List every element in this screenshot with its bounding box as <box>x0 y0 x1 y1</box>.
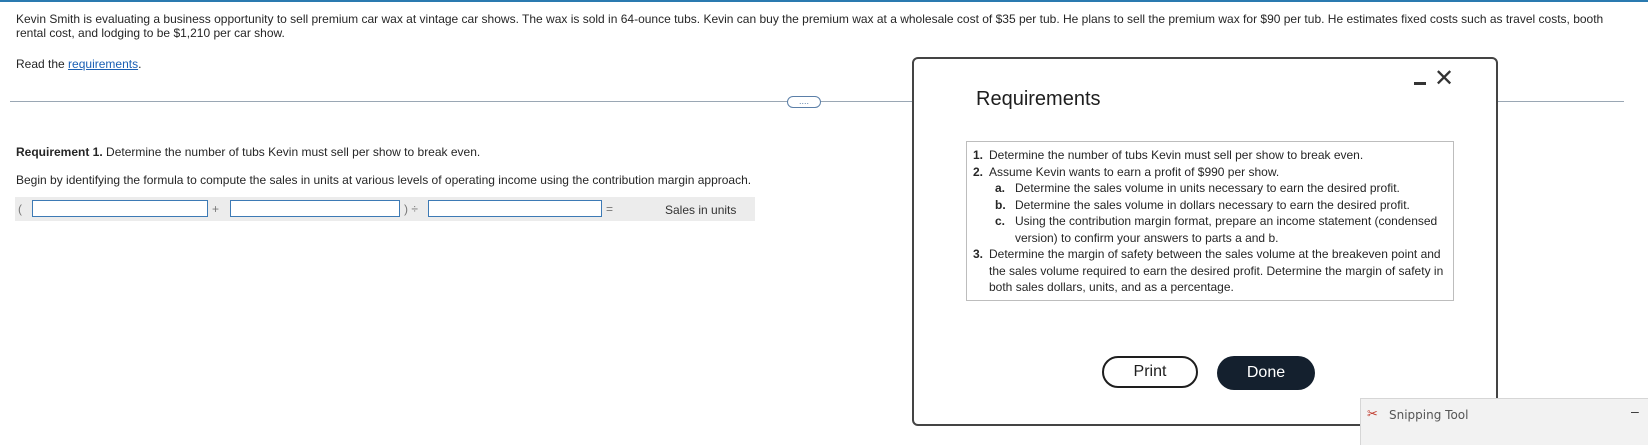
minimize-icon[interactable] <box>1412 74 1428 90</box>
open-paren: ( <box>18 202 22 216</box>
formula-instruction: Begin by identifying the formula to comp… <box>16 173 752 187</box>
formula-field-3[interactable] <box>428 200 602 217</box>
requirements-dialog: Requirements ✕ 1. Determine the number of… <box>912 57 1498 426</box>
read-requirements-line: Read the requirements. <box>16 57 141 71</box>
requirement-subitem: b. Determine the sales volume in dollars … <box>973 197 1447 214</box>
requirement-item: 1. Determine the number of tubs Kevin mus… <box>973 147 1447 164</box>
minimize-dash-icon[interactable]: – <box>1631 403 1639 419</box>
formula-field-1[interactable] <box>32 200 208 217</box>
requirement-1-heading: Requirement 1. Determine the number of t… <box>16 145 480 159</box>
subitem-letter: b. <box>995 197 1006 212</box>
snipping-tool-bar[interactable]: ✂ Snipping Tool – <box>1360 398 1648 445</box>
requirement-subitem: a. Determine the sales volume in units ne… <box>973 180 1447 197</box>
subitem-letter: c. <box>995 214 1006 228</box>
requirement-number: 1. <box>973 148 984 162</box>
requirement-1-text: Determine the number of tubs Kevin must … <box>102 145 481 159</box>
problem-statement: Kevin Smith is evaluating a business opp… <box>16 12 1604 40</box>
formula-field-2[interactable] <box>230 200 400 217</box>
plus-sign: + <box>212 202 220 216</box>
expand-more-button[interactable]: .... <box>787 96 821 108</box>
read-suffix: . <box>138 57 142 71</box>
subitem-text: Determine the sales volume in dollars ne… <box>1015 197 1410 212</box>
subitem-text: Using the contribution margin format, pr… <box>1015 214 1438 245</box>
top-accent-rule <box>0 0 1648 2</box>
subitem-text: Determine the sales volume in units nece… <box>1015 181 1400 195</box>
scissors-icon: ✂ <box>1367 406 1378 421</box>
requirements-list: 1. Determine the number of tubs Kevin mus… <box>966 141 1454 301</box>
requirement-number: 2. <box>973 164 984 179</box>
requirement-item: 3. Determine the margin of safety between… <box>973 246 1447 296</box>
sales-in-units-label: Sales in units <box>665 203 737 217</box>
close-paren-divide: ) ÷ <box>404 202 418 216</box>
section-divider-right <box>1498 101 1624 102</box>
done-button[interactable]: Done <box>1217 356 1315 390</box>
subitem-letter: a. <box>995 181 1006 195</box>
section-divider <box>10 101 912 102</box>
formula-row: ( + ) ÷ = Sales in units <box>15 197 755 221</box>
dialog-title: Requirements <box>976 88 1101 110</box>
print-button[interactable]: Print <box>1102 356 1198 388</box>
equals-sign: = <box>606 202 614 216</box>
requirement-text: Assume Kevin wants to earn a profit of $… <box>989 164 1280 179</box>
requirement-number: 3. <box>973 247 984 261</box>
requirements-link[interactable]: requirements <box>68 57 138 71</box>
requirement-1-label: Requirement 1. <box>16 145 103 159</box>
requirement-text: Determine the margin of safety between t… <box>989 247 1444 294</box>
snipping-tool-label: Snipping Tool <box>1389 408 1469 422</box>
requirement-subitem: c. Using the contribution margin format, … <box>973 213 1447 246</box>
read-prefix: Read the <box>16 57 69 71</box>
requirement-text: Determine the number of tubs Kevin must … <box>989 148 1364 162</box>
requirement-item: 2. Assume Kevin wants to earn a profit of… <box>973 164 1447 181</box>
close-icon[interactable]: ✕ <box>1434 67 1454 91</box>
